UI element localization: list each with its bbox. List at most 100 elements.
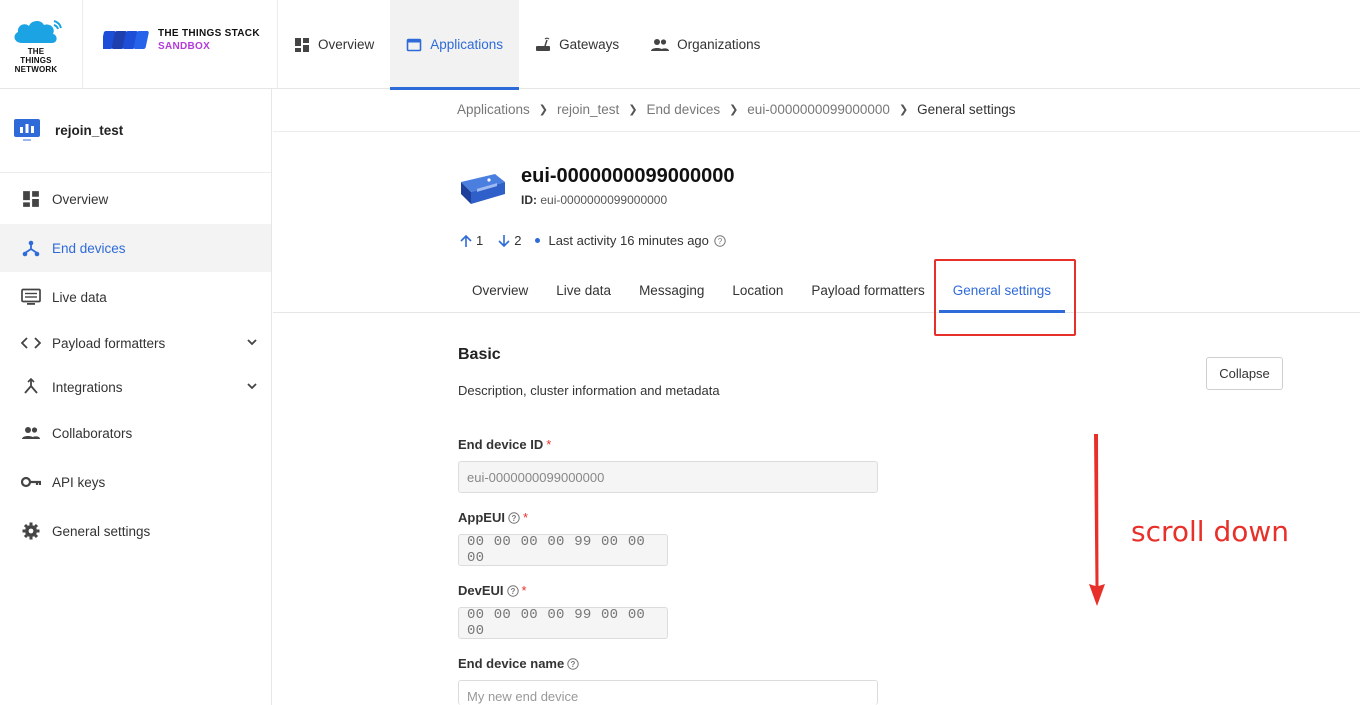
end-device-id-field[interactable]: eui-0000000099000000 — [458, 461, 878, 493]
tab-location[interactable]: Location — [718, 268, 797, 313]
top-header: THE THINGS NETWORK THE THINGS STACK SAND… — [0, 0, 1360, 90]
appeui-label: AppEUI ? * — [458, 510, 528, 525]
device-stats: 1 2 Last activity 16 minutes ago ? — [459, 233, 726, 248]
tab-general-settings[interactable]: General settings — [938, 268, 1066, 313]
device-id-value: eui-0000000099000000 — [540, 193, 668, 207]
ttn-logo[interactable]: THE THINGS NETWORK — [0, 0, 83, 89]
scroll-down-arrow-icon — [1089, 434, 1105, 606]
key-icon — [21, 476, 41, 488]
svg-text:?: ? — [512, 514, 517, 523]
sidebar-item-general-settings[interactable]: General settings — [0, 507, 271, 555]
status-dot — [535, 238, 541, 243]
sidebar-item-live-data[interactable]: Live data — [0, 273, 271, 321]
sidebar-app-header: rejoin_test — [0, 89, 271, 173]
sidebar-item-payload-formatters[interactable]: Payload formatters — [0, 319, 271, 367]
device-id-label: ID: — [521, 193, 537, 207]
sidebar-item-api-keys[interactable]: API keys — [0, 458, 271, 506]
tab-live-data[interactable]: Live data — [542, 268, 625, 313]
stack-subtitle: SANDBOX — [158, 41, 211, 52]
sidebar-item-label: Live data — [52, 289, 107, 305]
chevron-right-icon: ❯ — [898, 104, 909, 116]
device-title: eui-0000000099000000 — [521, 165, 735, 187]
chevron-right-icon: ❯ — [729, 104, 739, 116]
sidebar-item-label: Collaborators — [52, 425, 133, 441]
field-label-text: End device name — [458, 656, 565, 671]
dashboard-icon — [295, 37, 309, 52]
help-icon[interactable]: ? — [506, 584, 519, 597]
sidebar-item-label: End devices — [52, 240, 126, 256]
sidebar-item-end-devices[interactable]: End devices — [0, 224, 271, 272]
field-label-text: End device ID — [458, 437, 544, 452]
code-icon — [21, 337, 41, 349]
topnav-organizations[interactable]: Organizations — [635, 0, 776, 89]
sidebar-item-integrations[interactable]: Integrations — [0, 363, 271, 411]
breadcrumb-app[interactable]: rejoin_test — [557, 102, 619, 117]
required-marker: * — [546, 437, 552, 452]
help-icon[interactable]: ? — [567, 657, 579, 670]
field-label-text: AppEUI — [458, 510, 505, 525]
chevron-down-icon[interactable] — [245, 379, 259, 393]
svg-text:?: ? — [571, 660, 576, 669]
downlink-count: 2 — [497, 233, 521, 248]
end-device-icon — [461, 174, 505, 204]
window-icon — [406, 38, 422, 51]
device-id: ID: eui-0000000099000000 — [521, 193, 667, 207]
topnav-gateways[interactable]: Gateways — [519, 0, 635, 89]
deveui-field[interactable]: 00 00 00 00 99 00 00 00 — [458, 607, 668, 639]
deveui-label: DevEUI ? * — [458, 583, 527, 598]
breadcrumb-device[interactable]: eui-0000000099000000 — [747, 102, 890, 117]
sidebar-item-label: Payload formatters — [52, 335, 166, 351]
uplink-count: 1 — [459, 233, 483, 248]
help-icon[interactable]: ? — [508, 511, 520, 524]
end-device-id-label: End device ID * — [458, 437, 551, 452]
svg-text:?: ? — [718, 237, 723, 246]
chevron-down-icon[interactable] — [245, 335, 259, 349]
arrow-down-icon — [498, 234, 510, 247]
sidebar-item-label: Integrations — [52, 379, 123, 395]
sidebar-app-name: rejoin_test — [55, 123, 124, 138]
stack-cards-icon — [103, 31, 149, 49]
sidebar-item-label: API keys — [52, 474, 106, 490]
appeui-field[interactable]: 00 00 00 00 99 00 00 00 — [458, 534, 668, 566]
dashboard-icon — [23, 191, 39, 207]
tab-payload-formatters[interactable]: Payload formatters — [797, 268, 938, 313]
people-icon — [22, 427, 40, 439]
things-stack-logo[interactable]: THE THINGS STACK SANDBOX — [83, 0, 278, 89]
topnav-label: Gateways — [559, 37, 620, 52]
uplink-value: 1 — [476, 233, 484, 248]
app-monitor-icon — [14, 119, 40, 141]
collapse-button[interactable]: Collapse — [1206, 357, 1283, 390]
end-device-name-label: End device name ? — [458, 656, 579, 671]
topnav-label: Organizations — [677, 37, 761, 52]
ttn-logo-text: THE THINGS NETWORK — [14, 47, 58, 74]
tab-messaging[interactable]: Messaging — [625, 268, 718, 313]
topnav-overview[interactable]: Overview — [278, 0, 390, 89]
sidebar-item-collaborators[interactable]: Collaborators — [0, 409, 271, 457]
end-device-name-field[interactable]: My new end device — [458, 680, 878, 705]
field-label-text: DevEUI — [458, 583, 504, 598]
gear-icon — [22, 522, 40, 540]
device-tabs: Overview Live data Messaging Location Pa… — [273, 268, 1360, 313]
breadcrumb-applications[interactable]: Applications — [457, 102, 530, 117]
help-icon[interactable]: ? — [714, 234, 726, 247]
downlink-value: 2 — [514, 233, 522, 248]
chevron-right-icon: ❯ — [628, 104, 638, 116]
breadcrumb-end-devices[interactable]: End devices — [647, 102, 721, 117]
chevron-right-icon: ❯ — [538, 104, 549, 116]
people-icon — [651, 38, 670, 51]
sidebar-item-label: General settings — [52, 523, 151, 539]
stack-title: THE THINGS STACK — [158, 28, 260, 39]
topnav-label: Applications — [430, 37, 504, 52]
section-title: Basic — [458, 346, 501, 363]
top-nav: Overview Applications Gateways Organizat… — [278, 0, 776, 90]
topnav-applications[interactable]: Applications — [390, 0, 520, 90]
breadcrumb-current: General settings — [917, 102, 1016, 117]
annotation-text: scroll down — [1131, 515, 1290, 548]
device-hub-icon — [22, 240, 40, 257]
section-description: Description, cluster information and met… — [458, 383, 720, 398]
required-marker: * — [521, 583, 527, 598]
sidebar-item-overview[interactable]: Overview — [0, 175, 271, 223]
router-icon — [536, 37, 551, 51]
tab-overview[interactable]: Overview — [458, 268, 542, 313]
breadcrumb: Applications ❯ rejoin_test ❯ End devices… — [273, 89, 1360, 132]
